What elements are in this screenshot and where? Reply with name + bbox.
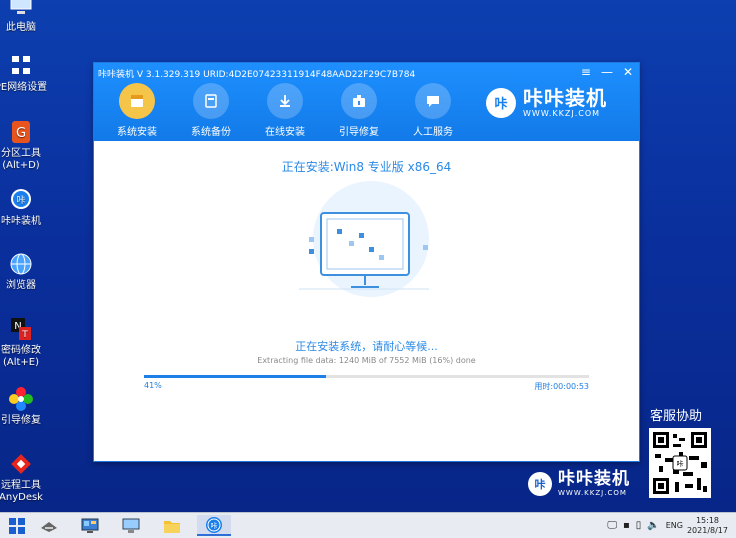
close-button[interactable]: ✕ xyxy=(623,65,633,79)
extract-progress-message: Extracting file data: 1240 MiB of 7552 M… xyxy=(257,356,476,365)
customer-help-title: 客服协助 xyxy=(650,409,703,424)
progress-percent: 41% xyxy=(144,381,162,390)
desktop-icon-label: 分区工具 xyxy=(1,148,41,159)
brand-name: 咔咔装机 xyxy=(523,86,607,110)
svg-text:咔: 咔 xyxy=(677,459,684,468)
system-backup-icon xyxy=(193,83,229,119)
monitor-illustration xyxy=(299,181,429,297)
system-install-icon xyxy=(119,83,155,119)
brand-logo: 咔 咔咔装机 WWW.KKZJ.COM xyxy=(486,87,607,118)
window-controls: ≡ — ✕ xyxy=(581,65,633,79)
tab-label: 系统安装 xyxy=(117,127,157,138)
desktop-icon-boot-repair[interactable]: 引导修复 xyxy=(0,385,56,427)
installer-window: 咔咔装机 V 3.1.329.319 URID:4D2E07423311914F… xyxy=(93,62,640,462)
taskbar-drive-tool[interactable] xyxy=(32,515,66,536)
tab-manual-service[interactable]: 人工服务 xyxy=(403,83,463,138)
windows-start-icon xyxy=(9,517,25,534)
taskbar-kkzj[interactable]: 咔 xyxy=(197,515,231,536)
install-target-title: 正在安装:Win8 专业版 x86_64 xyxy=(281,160,452,174)
install-status-message: 正在安装系统，请耐心等候... xyxy=(295,340,438,353)
taskbar: 咔 🖵 ▪ ▯ 🔈 ENG 15:18 2021/8/17 xyxy=(0,512,736,538)
brand-url: WWW.KKZJ.COM xyxy=(558,489,627,497)
tab-system-install[interactable]: 系统安装 xyxy=(107,83,167,138)
brand-name: 咔咔装机 xyxy=(558,469,630,489)
desktop-icon-shortcut: AnyDesk xyxy=(0,492,43,503)
computer-icon xyxy=(10,0,32,14)
computer-icon xyxy=(122,518,140,533)
drive-icon xyxy=(41,521,57,532)
control-panel-icon xyxy=(81,518,99,533)
partition-tool-icon: G xyxy=(12,121,30,143)
clock-date: 2021/8/17 xyxy=(686,525,728,535)
desktop-icon-label: 引导修复 xyxy=(1,415,41,426)
desktop-icon-shortcut: (Alt+E) xyxy=(2,357,40,368)
minimize-button[interactable]: — xyxy=(601,65,613,79)
window-title: 咔咔装机 V 3.1.329.319 URID:4D2E07423311914F… xyxy=(98,70,416,80)
boot-repair-flower-icon xyxy=(9,387,33,411)
brand-url: WWW.KKZJ.COM xyxy=(523,109,601,118)
tab-system-backup[interactable]: 系统备份 xyxy=(181,83,241,138)
taskbar-computer[interactable] xyxy=(114,515,148,536)
folder-icon xyxy=(164,520,180,533)
tab-label: 引导修复 xyxy=(339,127,379,138)
chat-service-icon xyxy=(415,83,451,119)
install-progress-bar xyxy=(144,375,589,378)
kkzj-logo-icon: 咔 xyxy=(11,189,31,209)
window-header: 咔咔装机 V 3.1.329.319 URID:4D2E07423311914F… xyxy=(94,63,639,141)
qr-code: 咔 xyxy=(649,428,711,498)
desktop-icon-password[interactable]: NT 密码修改 (Alt+E) xyxy=(0,315,56,369)
svg-text:咔: 咔 xyxy=(16,194,25,206)
desktop-icon-label: 咔咔装机 xyxy=(1,216,41,227)
language-indicator[interactable]: ENG xyxy=(666,521,683,530)
tab-label: 系统备份 xyxy=(191,127,231,138)
desktop-icon-label: 浏览器 xyxy=(6,280,36,291)
tab-online-install[interactable]: 在线安装 xyxy=(255,83,315,138)
menu-icon[interactable]: ≡ xyxy=(581,65,591,79)
globe-icon xyxy=(10,253,32,275)
desktop-icon-label: PE网络设置 xyxy=(0,82,48,93)
tab-label: 在线安装 xyxy=(265,127,305,138)
anydesk-icon xyxy=(11,454,31,474)
taskbar-file-explorer[interactable] xyxy=(155,515,189,536)
brand-logo-icon: 咔 xyxy=(486,87,516,118)
svg-text:咔: 咔 xyxy=(211,521,218,530)
clock-time: 15:18 xyxy=(695,515,720,525)
system-tray: 🖵 ▪ ▯ 🔈 ENG 15:18 2021/8/17 xyxy=(607,513,736,538)
elapsed-time: 用时:00:00:53 xyxy=(534,382,589,391)
desktop-icon-this-pc[interactable]: 此电脑 xyxy=(0,0,56,34)
start-button[interactable] xyxy=(0,515,34,536)
network-status-icon[interactable]: 🖵 xyxy=(607,520,617,531)
tab-label: 人工服务 xyxy=(413,127,453,138)
desktop-icon-shortcut: (Alt+D) xyxy=(2,160,40,171)
desktop-icon-anydesk[interactable]: 远程工具 AnyDesk xyxy=(0,450,56,504)
desktop-icon-label: 此电脑 xyxy=(6,22,36,33)
svg-text:T: T xyxy=(21,330,28,340)
brand-logo-icon: 咔 xyxy=(528,471,552,496)
desktop-icon-label: 远程工具 xyxy=(1,480,41,491)
app-tray-icon[interactable]: ▪ xyxy=(623,520,630,531)
taskbar-control-panel[interactable] xyxy=(73,515,107,536)
boot-repair-icon xyxy=(341,83,377,119)
network-icon xyxy=(12,56,30,74)
desktop-icon-kkzj[interactable]: 咔 咔咔装机 xyxy=(0,186,56,228)
online-install-icon xyxy=(267,83,303,119)
tab-boot-repair[interactable]: 引导修复 xyxy=(329,83,389,138)
volume-icon[interactable]: 🔈 xyxy=(647,520,659,531)
kkzj-logo-icon: 咔 xyxy=(206,516,222,533)
svg-text:G: G xyxy=(16,126,26,141)
password-tool-icon: NT xyxy=(11,318,31,340)
clock[interactable]: 15:18 2021/8/17 xyxy=(687,516,728,536)
usb-icon[interactable]: ▯ xyxy=(636,520,642,531)
install-progress-fill xyxy=(144,375,327,378)
desktop-icon-browser[interactable]: 浏览器 xyxy=(0,250,56,292)
desktop-icon-partition-tool[interactable]: G 分区工具 (Alt+D) xyxy=(0,118,56,172)
desktop-brand-logo: 咔 咔咔装机 WWW.KKZJ.COM xyxy=(528,470,630,497)
desktop-icon-pe-network[interactable]: PE网络设置 xyxy=(0,52,56,94)
desktop-icon-label: 密码修改 xyxy=(1,345,41,356)
